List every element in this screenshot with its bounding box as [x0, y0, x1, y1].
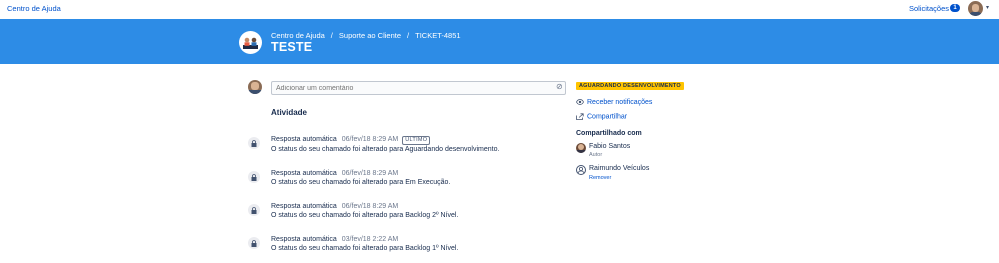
activity-text: O status do seu chamado foi alterado par…: [271, 212, 459, 219]
eye-icon: [576, 99, 584, 106]
requests-link[interactable]: Solicitações: [909, 4, 949, 13]
comment-input[interactable]: [271, 81, 566, 95]
activity-date: 06/fev/18 8:29 AM: [341, 136, 399, 143]
person-role: Autor: [589, 152, 603, 158]
portal-header: [0, 19, 999, 64]
people-icon: [243, 37, 258, 49]
notifications-link[interactable]: Receber notificações: [576, 99, 652, 106]
breadcrumb: Centro de Ajuda / Suporte ao Cliente / TICKE…: [271, 31, 461, 40]
breadcrumb-ticket[interactable]: TICKET-4851: [415, 31, 460, 40]
lock-icon: [248, 237, 260, 249]
chevron-down-icon[interactable]: ▾: [986, 4, 989, 11]
requests-count-badge: 1: [950, 4, 960, 12]
person-avatar: [576, 143, 586, 153]
activity-text: O status do seu chamado foi alterado par…: [271, 146, 500, 153]
shared-with-heading: Compartilhado com: [576, 130, 642, 137]
remove-person-link[interactable]: Remover: [589, 175, 611, 181]
activity-date: 03/fev/18 2:22 AM: [341, 236, 399, 243]
activity-heading: Atividade: [271, 108, 308, 117]
share-icon: [576, 113, 584, 120]
share-label: Compartilhar: [587, 113, 628, 121]
activity-item-header: Resposta automática 06/fev/18 8:29 AM: [271, 170, 398, 177]
help-center-link[interactable]: Centro de Ajuda: [7, 4, 61, 13]
lock-icon: [248, 171, 260, 183]
lock-icon: [248, 204, 260, 216]
activity-date: 06/fev/18 8:29 AM: [341, 170, 399, 177]
current-user-avatar: [248, 80, 262, 94]
activity-author: Resposta automática: [271, 203, 337, 210]
paperclip-icon[interactable]: ⊘: [556, 82, 563, 91]
lock-icon: [248, 137, 260, 149]
share-link[interactable]: Compartilhar: [576, 113, 627, 120]
person-name: Raimundo Veículos: [589, 165, 650, 172]
activity-author: Resposta automática: [271, 170, 337, 177]
status-badge: AGUARDANDO DESENVOLVIMENTO: [576, 82, 684, 90]
page-title: TESTE: [271, 40, 313, 54]
latest-badge: ÚLTIMO: [402, 136, 431, 145]
user-icon: [577, 166, 585, 174]
portal-logo[interactable]: [239, 31, 262, 54]
top-navigation-bar: Centro de Ajuda Solicitações 1 ▾: [0, 0, 999, 19]
person-name: Fabio Santos: [589, 143, 631, 150]
notifications-label: Receber notificações: [587, 99, 653, 106]
activity-item-header: Resposta automática 03/fev/18 2:22 AM: [271, 236, 398, 243]
breadcrumb-separator: /: [407, 31, 410, 40]
breadcrumb-help-center[interactable]: Centro de Ajuda: [271, 31, 325, 40]
activity-item-header: Resposta automática 06/fev/18 8:29 AM ÚLTI…: [271, 136, 431, 145]
activity-text: O status do seu chamado foi alterado par…: [271, 179, 451, 186]
activity-text: O status do seu chamado foi alterado par…: [271, 245, 459, 252]
breadcrumb-separator: /: [330, 31, 333, 40]
activity-author: Resposta automática: [271, 236, 337, 243]
breadcrumb-customer-support[interactable]: Suporte ao Cliente: [339, 31, 401, 40]
activity-item-header: Resposta automática 06/fev/18 8:29 AM: [271, 203, 398, 210]
activity-date: 06/fev/18 8:29 AM: [341, 203, 399, 210]
user-avatar[interactable]: [968, 1, 983, 16]
person-avatar: [576, 165, 586, 175]
activity-author: Resposta automática: [271, 136, 337, 143]
